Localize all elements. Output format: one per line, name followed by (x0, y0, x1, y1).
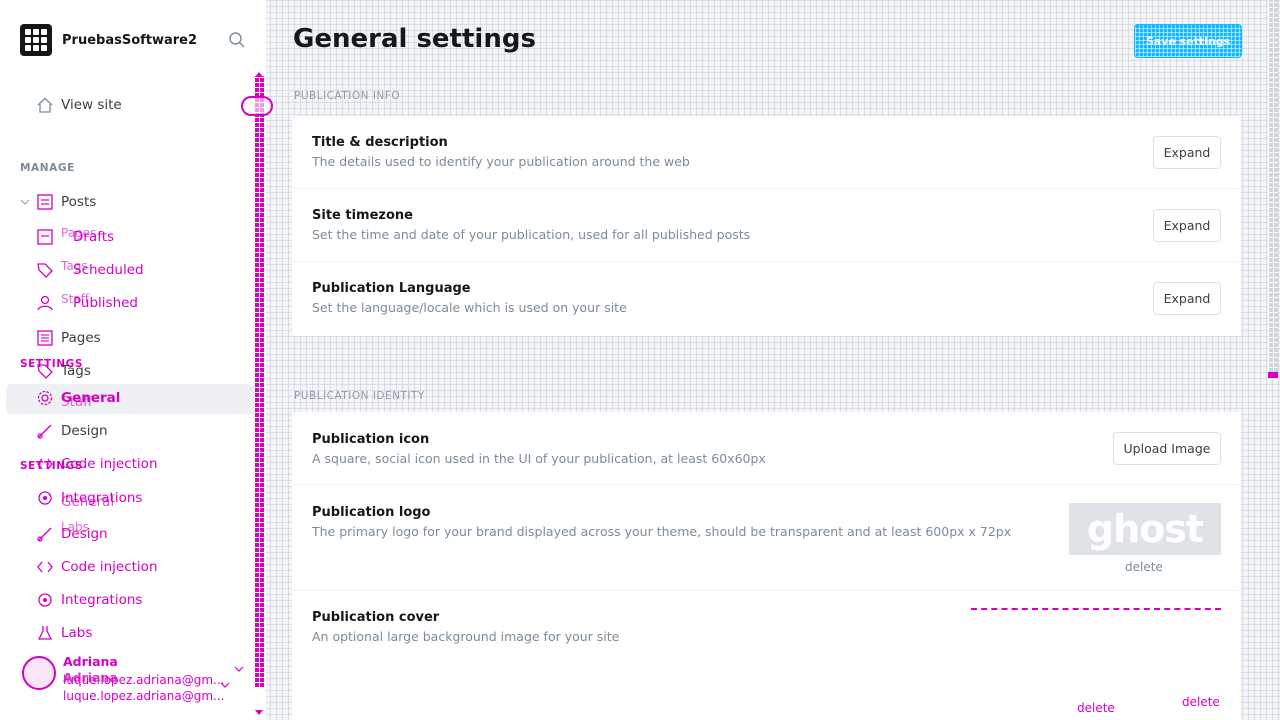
staff-icon (37, 295, 53, 311)
row-title: Publication cover (312, 610, 440, 625)
site-name[interactable]: PruebasSoftware2 (62, 33, 197, 48)
user-name-ghost: Adriana (63, 670, 118, 685)
user-name[interactable]: Adriana (63, 654, 118, 669)
nav-labs[interactable]: Labs (36, 621, 92, 645)
paintbrush-icon (37, 424, 52, 439)
expand-button[interactable]: Expand (1153, 282, 1221, 315)
delete-cover-link-ghost: delete (1077, 701, 1115, 715)
chevron-down-icon[interactable] (234, 664, 244, 674)
scroll-down-arrow-icon[interactable] (255, 710, 263, 715)
code-icon (37, 458, 53, 470)
cover-image-outline (971, 608, 1221, 610)
sidebar-scrollbar[interactable] (254, 76, 264, 688)
nav-scheduled[interactable]: Tags Scheduled (36, 258, 144, 282)
publication-identity-label: PUBLICATION IDENTITY (294, 390, 425, 402)
nav-pages[interactable]: Pages (36, 326, 101, 350)
row-title: Site timezone (312, 208, 413, 223)
avatar[interactable] (22, 656, 56, 690)
nav-label: Tags (61, 363, 91, 379)
nav-label: Posts (61, 194, 97, 210)
publication-info-card: Title & description The details used to … (292, 116, 1241, 336)
row-description: A square, social icon used in the UI of … (312, 451, 766, 466)
row-description: Set the time and date of your publicatio… (312, 227, 751, 242)
nav-label: Code injection (61, 456, 158, 472)
row-title: Publication Language (312, 281, 471, 296)
main-scrollbar[interactable] (1268, 0, 1278, 378)
row-description: The primary logo for your brand displaye… (312, 524, 1012, 539)
integrations-icon (38, 491, 52, 505)
row-description: Set the language/locale which is used on… (312, 300, 627, 315)
expand-button[interactable]: Expand (1153, 209, 1221, 242)
expand-button[interactable]: Expand (1153, 136, 1221, 169)
nav-label: Design (61, 423, 108, 439)
settings-row-cover: Publication cover An optional large back… (292, 591, 1241, 720)
nav-ghost-label: Labs (61, 520, 89, 534)
sidebar: PruebasSoftware2 View site MANAGE Posts … (0, 0, 273, 720)
nav-label: Labs (61, 625, 93, 641)
upload-image-button[interactable]: Upload Image (1113, 432, 1221, 465)
nav-ghost-label: Pages (61, 226, 97, 240)
gear-icon (37, 390, 53, 406)
nav-label: Pages (61, 330, 101, 346)
nav-tags[interactable]: Tags (36, 359, 91, 383)
nav-drafts[interactable]: Pages Drafts (36, 225, 114, 249)
chevron-down-icon[interactable] (20, 197, 30, 207)
settings-row-icon: Publication icon A square, social icon u… (292, 412, 1241, 485)
nav-ghost-label: General (61, 494, 115, 510)
user-email-ghost: luque.lopez.adriana@gm... (63, 689, 225, 703)
flask-icon (37, 626, 53, 640)
row-title: Publication logo (312, 505, 431, 520)
settings-row-timezone: Site timezone Set the time and date of y… (292, 189, 1241, 262)
nav-integrations-ghost[interactable]: Integrations General (36, 486, 142, 510)
nav-label: Integrations (61, 592, 143, 608)
delete-cover-link[interactable]: delete (1182, 695, 1220, 709)
nav-code-injection-ghost[interactable]: Code injection (36, 452, 158, 476)
settings-row-language: Publication Language Set the language/lo… (292, 262, 1241, 336)
publication-identity-card: Publication icon A square, social icon u… (292, 412, 1241, 720)
delete-logo-link[interactable]: delete (1125, 560, 1163, 574)
tag-icon (37, 263, 53, 278)
nav-ghost-label: Staff (61, 292, 89, 306)
nav-label: View site (61, 97, 122, 113)
nav-published[interactable]: Staff Published (36, 291, 138, 315)
nav-design[interactable]: Design (36, 419, 108, 443)
settings-row-title-description: Title & description The details used to … (292, 116, 1241, 189)
row-description: The details used to identify your public… (312, 154, 690, 169)
publication-info-label: PUBLICATION INFO (294, 90, 401, 102)
main-scroll-thumb[interactable] (1268, 372, 1278, 378)
nav-ghost-label: Tags (61, 259, 88, 273)
pages-icon (37, 330, 53, 346)
row-title: Publication icon (312, 432, 430, 447)
settings-row-logo: Publication logo The primary logo for yo… (292, 485, 1241, 591)
home-icon (37, 97, 53, 113)
site-logo-icon[interactable] (20, 24, 52, 56)
page-title: General settings (293, 24, 536, 54)
chevron-down-icon (220, 682, 230, 688)
scroll-up-arrow-icon[interactable] (255, 72, 263, 77)
code-icon (37, 561, 53, 573)
nav-general-active[interactable]: Staff General (36, 386, 120, 410)
posts-icon (37, 194, 53, 210)
integrations-icon (38, 593, 52, 607)
row-title: Title & description (312, 135, 448, 150)
manage-section-label: MANAGE (20, 162, 75, 174)
nav-code-injection[interactable]: Code injection (36, 555, 158, 579)
nav-ghost-label: Staff (61, 394, 93, 410)
save-settings-button[interactable]: Save settings (1134, 24, 1242, 58)
nav-view-site[interactable]: View site (36, 93, 122, 117)
nav-design-2[interactable]: Labs Design (36, 520, 108, 546)
nav-integrations[interactable]: Integrations (36, 588, 142, 612)
nav-label: Code injection (61, 559, 158, 575)
paintbrush-icon (37, 527, 52, 542)
pages-icon (37, 229, 53, 245)
nav-posts[interactable]: Posts (36, 190, 96, 214)
row-description: An optional large background image for y… (312, 629, 620, 644)
sidebar-scroll-thumb[interactable] (241, 96, 273, 116)
search-icon[interactable] (228, 31, 246, 49)
logo-preview-image[interactable]: ghost (1069, 503, 1221, 555)
tag-icon (37, 364, 53, 379)
